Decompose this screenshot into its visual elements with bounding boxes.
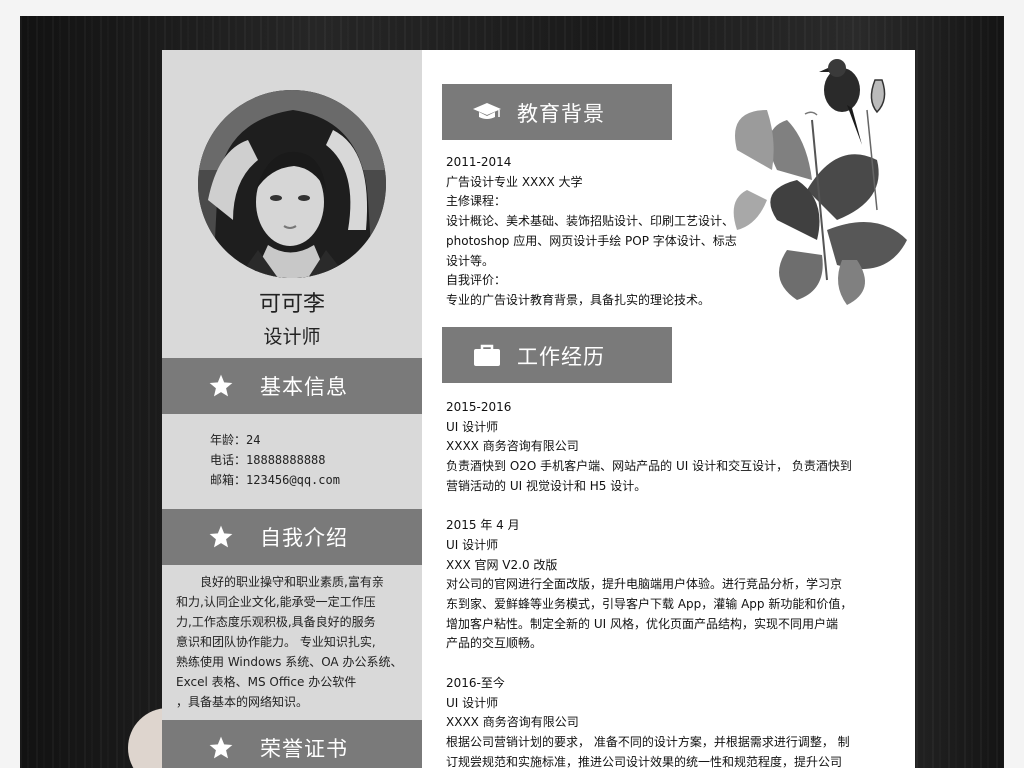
sidebar: 可可李 设计师 基本信息 年龄：24 电话：18888888888 邮箱：123… — [162, 50, 422, 768]
graduation-cap-icon — [473, 103, 501, 119]
education-text: 2011-2014 广告设计专业 XXXX 大学 主修课程： 设计概论、美术基础… — [446, 155, 737, 307]
email-value: 123456@qq.com — [246, 473, 340, 487]
section-header-education: 教育背景 — [442, 84, 672, 140]
star-icon — [209, 736, 233, 759]
avatar — [198, 90, 386, 278]
briefcase-icon — [474, 344, 500, 366]
email-row: 邮箱：123456@qq.com — [210, 473, 340, 487]
age-row: 年龄：24 — [210, 433, 261, 447]
resume-paper: 可可李 设计师 基本信息 年龄：24 电话：18888888888 邮箱：123… — [162, 50, 915, 768]
age-value: 24 — [246, 433, 261, 447]
self-intro-text: 良好的职业操守和职业素质,富有亲 和力,认同企业文化,能承受一定工作压 力,工作… — [176, 575, 403, 709]
section-header-self-intro: 自我介绍 — [162, 509, 422, 565]
section-title-education: 教育背景 — [517, 102, 605, 126]
section-header-basic-info: 基本信息 — [162, 358, 422, 414]
phone-value: 18888888888 — [246, 453, 326, 467]
star-icon — [209, 374, 233, 397]
section-header-honors: 荣誉证书 — [162, 720, 422, 768]
section-title-work: 工作经历 — [517, 345, 605, 369]
section-title-honors: 荣誉证书 — [260, 737, 348, 761]
person-name: 可可李 — [258, 292, 325, 317]
work-text: 2015-2016 UI 设计师 XXXX 商务咨询有限公司 负责酒快到 O2O… — [446, 400, 853, 768]
person-title: 设计师 — [263, 326, 321, 348]
star-icon — [209, 525, 233, 548]
phone-row: 电话：18888888888 — [210, 453, 326, 467]
section-title-self-intro: 自我介绍 — [260, 526, 348, 550]
basic-info-list: 年龄：24 电话：18888888888 邮箱：123456@qq.com — [210, 430, 340, 490]
section-title-basic-info: 基本信息 — [260, 375, 348, 399]
section-header-work: 工作经历 — [442, 327, 672, 383]
